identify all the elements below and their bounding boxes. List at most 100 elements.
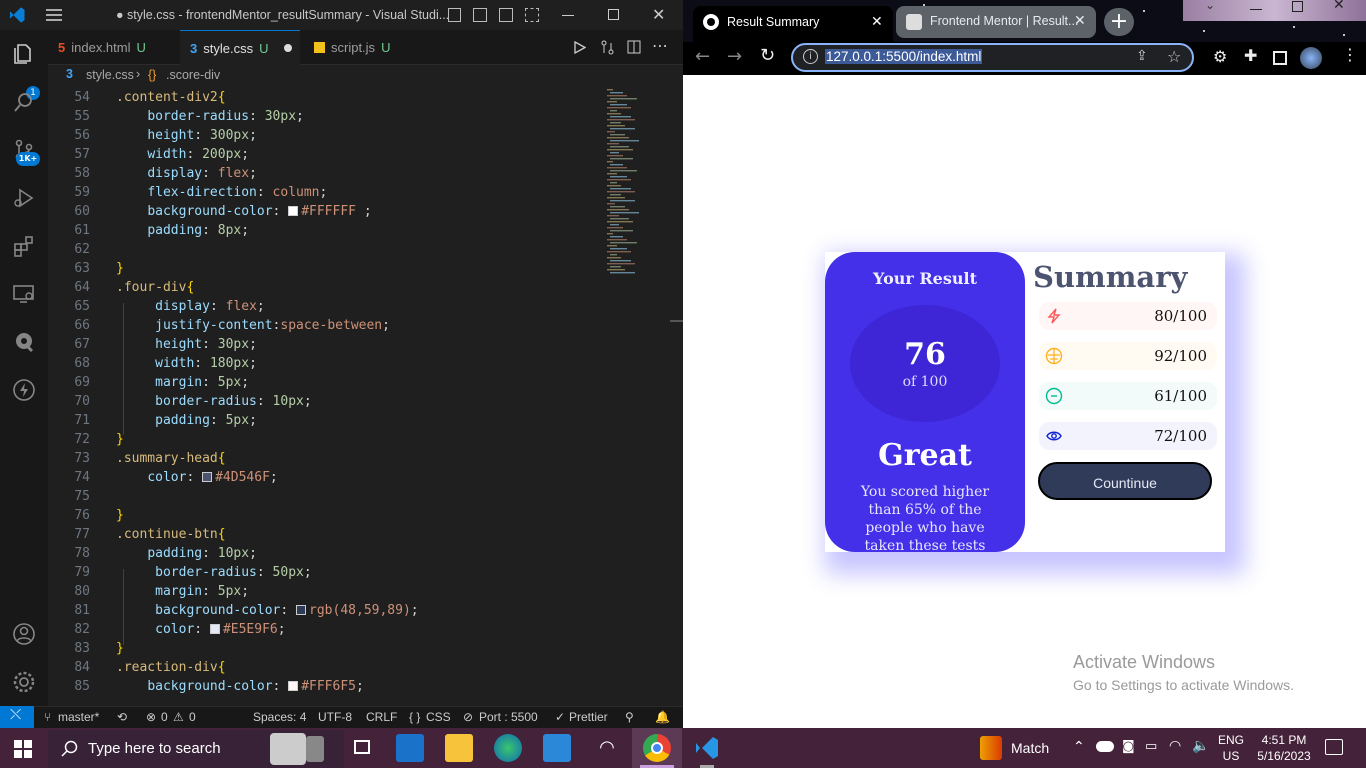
tab-style-css[interactable]: 3 style.css U — [180, 30, 300, 65]
explorer-icon[interactable] — [12, 42, 36, 66]
chrome-menu-icon[interactable]: ⋮ — [1342, 45, 1358, 64]
code-line[interactable]: flex-direction: column; — [116, 185, 327, 200]
menu-icon[interactable] — [46, 9, 62, 21]
chrome-minimize-button[interactable] — [1250, 9, 1262, 10]
vscode-logo-icon[interactable] — [9, 7, 25, 23]
code-line[interactable]: width: 180px; — [116, 356, 257, 371]
camera-widget-icon[interactable] — [270, 733, 306, 765]
maximize-button[interactable] — [608, 9, 619, 20]
encoding[interactable]: UTF-8 — [318, 710, 352, 724]
unsaved-dot-icon[interactable] — [284, 44, 292, 52]
run-file-icon[interactable] — [574, 41, 586, 54]
breadcrumb-file[interactable]: style.css — [86, 68, 134, 82]
settings-gear-icon[interactable] — [12, 670, 36, 694]
new-tab-button[interactable]: + — [1104, 8, 1134, 36]
camera-tray-icon[interactable]: ◙ — [1122, 739, 1135, 754]
wifi-network-icon[interactable]: ◠ — [593, 734, 621, 762]
code-line[interactable]: .four-div{ — [116, 280, 194, 295]
microsoft-store-icon[interactable] — [543, 734, 571, 762]
customize-layout-icon[interactable] — [525, 8, 539, 22]
chrome-tab-result-summary[interactable]: Result Summary ✕ — [693, 6, 893, 42]
code-line[interactable]: background-color: rgb(48,59,89); — [116, 603, 418, 618]
address-bar[interactable]: i 127.0.0.1:5500/index.html ⇪ ☆ — [791, 43, 1194, 72]
code-line[interactable]: border-radius: 50px; — [116, 565, 312, 580]
side-panel-icon[interactable] — [1273, 51, 1287, 65]
code-line[interactable]: padding: 5px; — [116, 413, 257, 428]
remote-explorer-icon[interactable] — [12, 282, 36, 306]
error-count[interactable]: 0 — [161, 710, 168, 724]
code-line[interactable]: padding: 10px; — [116, 546, 257, 561]
live-server-port[interactable]: Port : 5500 — [479, 710, 538, 724]
code-line[interactable]: padding: 8px; — [116, 223, 249, 238]
github-copilot-icon[interactable] — [12, 330, 36, 354]
chrome-close-button[interactable]: ✕ — [1333, 0, 1345, 13]
edge-browser-icon[interactable] — [494, 734, 522, 762]
more-actions-icon[interactable]: ⋯ — [652, 36, 668, 55]
back-arrow-icon[interactable]: ← — [695, 46, 710, 67]
code-editor[interactable]: 54 55 56 57 58 59 60 61 62 63 64 65 66 67 68 69 70 71 72 73… — [48, 87, 683, 706]
search-icon[interactable] — [12, 90, 36, 114]
breadcrumb-symbol[interactable]: .score-div — [166, 68, 220, 82]
input-language[interactable]: ENG US — [1218, 733, 1244, 763]
code-line[interactable]: display: flex; — [116, 166, 257, 181]
line-ending[interactable]: CRLF — [366, 710, 397, 724]
code-line[interactable]: background-color: #FFFFFF ; — [116, 204, 371, 219]
code-line[interactable]: justify-content:space-between; — [116, 318, 390, 333]
sports-widget-icon[interactable] — [980, 736, 1002, 760]
code-line[interactable]: color: #E5E9F6; — [116, 622, 285, 637]
close-button[interactable]: ✕ — [652, 5, 665, 24]
code-line[interactable]: color: #4D546F; — [116, 470, 277, 485]
volume-icon[interactable]: 🔈 — [1192, 738, 1209, 754]
code-line[interactable]: width: 200px; — [116, 147, 249, 162]
vscode-taskbar-button[interactable] — [684, 728, 730, 768]
code-line[interactable]: background-color: #FFF6F5; — [116, 679, 364, 694]
tab-close-icon[interactable]: ✕ — [1074, 12, 1086, 29]
language-mode[interactable]: CSS — [426, 710, 451, 724]
chrome-taskbar-button[interactable] — [632, 728, 682, 768]
extension-icon[interactable]: ⚙ — [1213, 47, 1227, 66]
prettier-status[interactable]: Prettier — [569, 710, 608, 724]
chrome-maximize-button[interactable] — [1292, 1, 1303, 12]
code-line[interactable]: margin: 5px; — [116, 375, 249, 390]
chrome-tab-frontend-mentor[interactable]: Frontend Mentor | Result... ✕ — [896, 6, 1096, 38]
extensions-icon[interactable] — [12, 234, 36, 258]
code-line[interactable]: .continue-btn{ — [116, 527, 226, 542]
code-line[interactable]: display: flex; — [116, 299, 265, 314]
windows-start-icon[interactable] — [14, 740, 32, 758]
feedback-icon[interactable]: ⚲ — [625, 710, 634, 724]
show-hidden-icons-chevron-icon[interactable]: ⌃ — [1073, 739, 1085, 755]
file-explorer-icon[interactable] — [445, 734, 473, 762]
tab-search-icon[interactable]: ⌄ — [1205, 0, 1215, 12]
code-line[interactable]: .reaction-div{ — [116, 660, 226, 675]
accounts-icon[interactable] — [12, 622, 36, 646]
scrollbar-marker[interactable] — [670, 320, 683, 322]
toggle-secondary-sidebar-icon[interactable] — [499, 8, 513, 22]
tab-script-js[interactable]: script.js U — [304, 30, 424, 65]
code-line[interactable]: height: 30px; — [116, 337, 257, 352]
share-icon[interactable]: ⇪ — [1136, 48, 1148, 64]
forward-arrow-icon[interactable]: → — [727, 46, 742, 67]
tab-index-html[interactable]: 5 index.html U — [48, 30, 178, 65]
taskbar-search[interactable]: Type here to search — [48, 730, 344, 768]
minimize-button[interactable] — [562, 15, 574, 16]
bookmark-star-icon[interactable]: ☆ — [1167, 47, 1181, 66]
toggle-panel-icon[interactable] — [473, 8, 487, 22]
puzzle-icon[interactable]: ✚ — [1244, 46, 1257, 65]
remote-indicator[interactable]: ⤬ — [0, 706, 34, 728]
reload-icon[interactable]: ↻ — [760, 45, 775, 66]
branch-name[interactable]: master* — [58, 710, 99, 724]
code-line[interactable]: margin: 5px; — [116, 584, 249, 599]
task-view-icon[interactable] — [348, 734, 376, 762]
thunder-client-icon[interactable] — [12, 378, 36, 402]
url-text[interactable]: 127.0.0.1:5500/index.html — [825, 49, 983, 64]
sync-icon[interactable]: ⟲ — [117, 710, 127, 724]
code-line[interactable]: border-radius: 30px; — [116, 109, 304, 124]
wifi-tray-icon[interactable]: ◠ — [1169, 738, 1181, 754]
warning-count[interactable]: 0 — [189, 710, 196, 724]
minimap[interactable] — [603, 87, 673, 287]
code-line[interactable]: .summary-head{ — [116, 451, 226, 466]
code-line[interactable]: } — [116, 261, 124, 276]
notification-center-icon[interactable] — [1325, 739, 1343, 755]
code-line[interactable]: height: 300px; — [116, 128, 257, 143]
code-line[interactable]: } — [116, 508, 124, 523]
